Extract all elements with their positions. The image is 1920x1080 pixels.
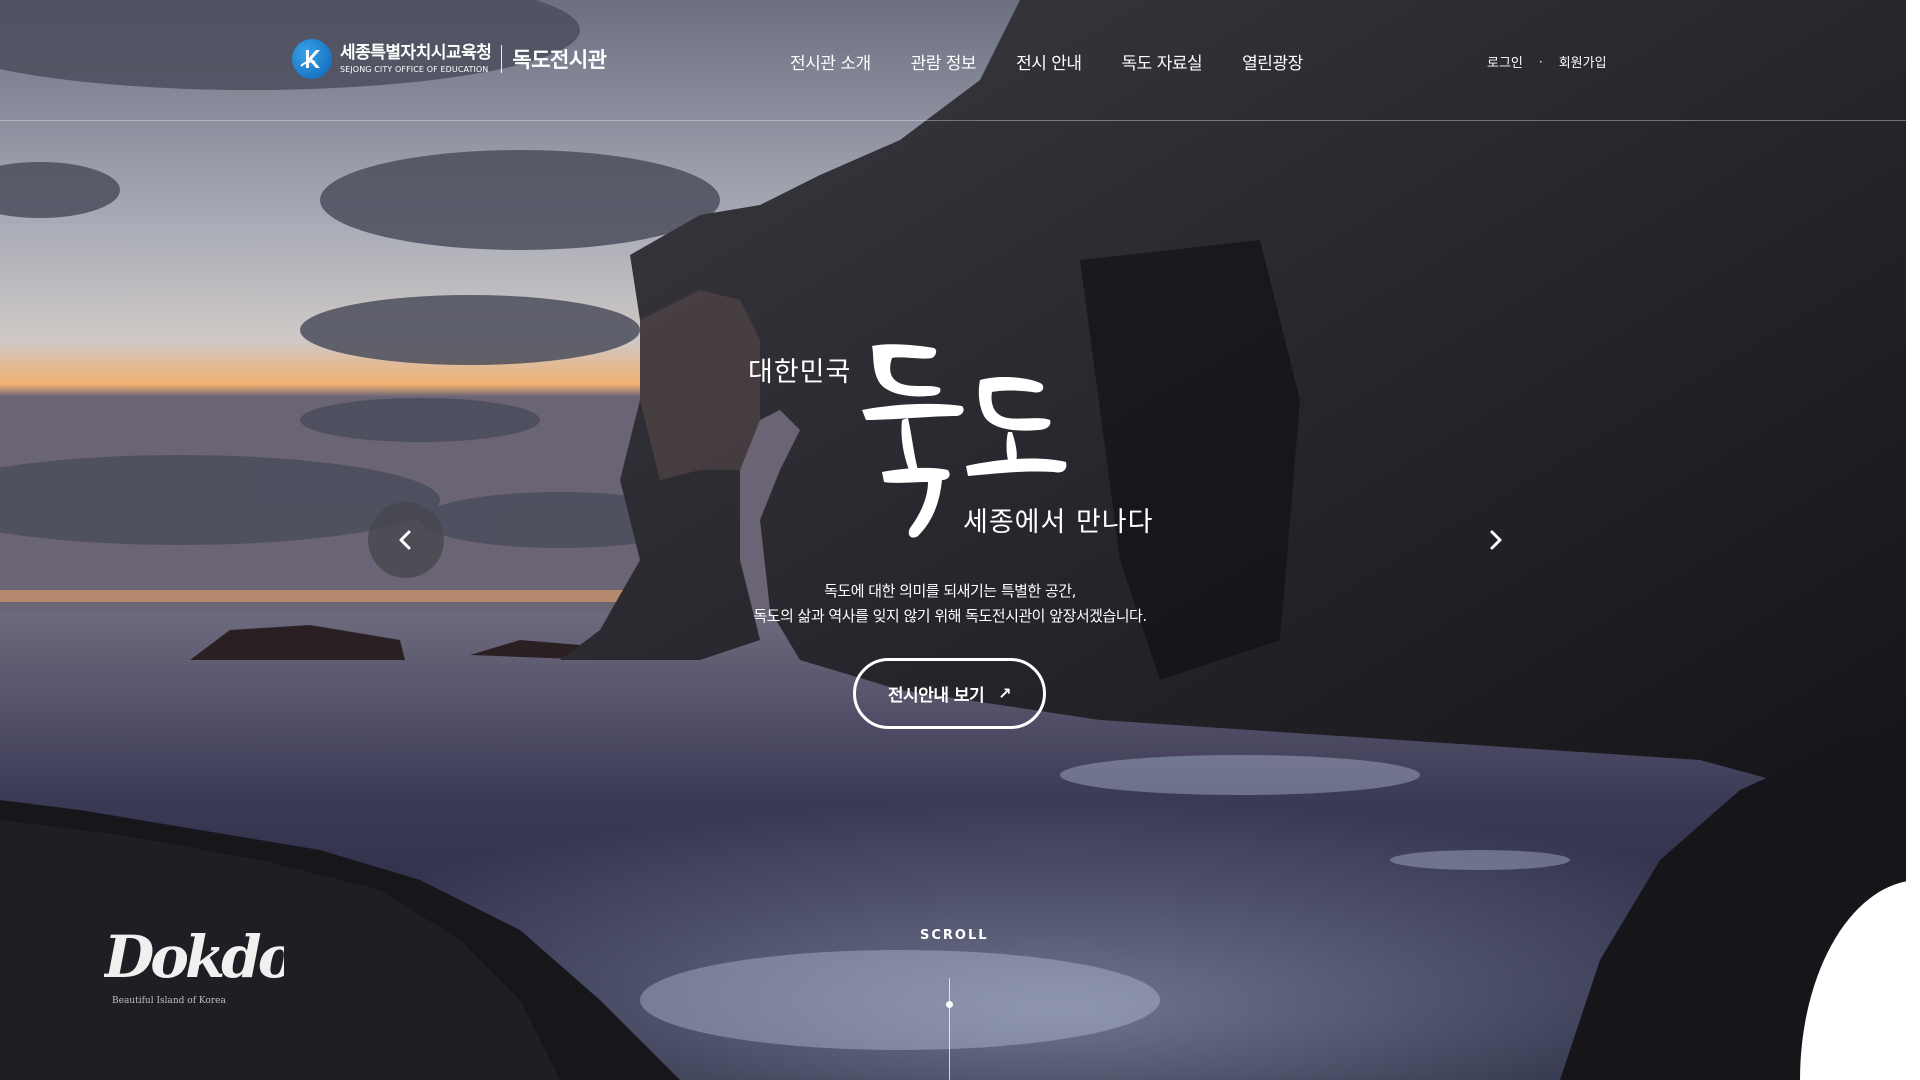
svg-text:Dokdo,: Dokdo, [104,923,284,991]
scroll-indicator-dot [946,1001,953,1008]
arrow-up-right-icon: ↗ [998,684,1012,703]
nav-item-open-square[interactable]: 열린광장 [1242,49,1303,74]
chevron-left-icon [399,530,411,550]
signup-link[interactable]: 회원가입 [1559,52,1607,71]
view-exhibition-button[interactable]: 전시안내 보기 ↗ [853,658,1046,729]
site-logo[interactable]: 세종특별자치시교육청 SEJONG CITY OFFICE OF EDUCATI… [292,38,607,80]
hero-subtitle: 세종에서 만나다 [963,507,1154,538]
hero-description: 독도에 대한 의미를 되새기는 특별한 공간, 독도의 삶과 역사를 잊지 않기… [700,579,1200,629]
hero-prefix: 대한민국 [748,357,852,388]
nav-item-intro[interactable]: 전시관 소개 [790,49,871,74]
site-name: 독도전시관 [512,48,607,72]
carousel-next-button[interactable] [1475,520,1515,560]
nav-item-exhibition[interactable]: 전시 안내 [1016,49,1082,74]
utility-links: 로그인 · 회원가입 [1487,52,1607,72]
chevron-right-icon [1490,530,1502,550]
nav-item-archive[interactable]: 독도 자료실 [1122,49,1203,74]
scroll-indicator-label: SCROLL [920,928,989,943]
nav-item-visit-info[interactable]: 관람 정보 [911,49,977,74]
login-link[interactable]: 로그인 [1487,52,1523,71]
util-separator: · [1538,54,1543,69]
education-office-logo-icon [292,39,332,79]
cta-label: 전시안내 보기 [887,686,985,706]
hero-desc-line-1: 독도에 대한 의미를 되새기는 특별한 공간, [824,582,1076,600]
main-nav: 전시관 소개 관람 정보 전시 안내 독도 자료실 열린광장 [790,49,1343,74]
site-header: 세종특별자치시교육청 SEJONG CITY OFFICE OF EDUCATI… [0,0,1906,121]
org-name-en: SEJONG CITY OFFICE OF EDUCATION [340,64,489,74]
scroll-indicator-line [949,978,950,1080]
dokdo-tagline: Beautiful Island of Korea [112,996,226,1006]
hero-desc-line-2: 독도의 삶과 역사를 잊지 않기 위해 독도전시관이 앞장서겠습니다. [753,607,1147,625]
carousel-prev-button[interactable] [368,502,444,578]
org-name-kr: 세종특별자치시교육청 [340,42,492,63]
logo-divider [501,45,503,73]
